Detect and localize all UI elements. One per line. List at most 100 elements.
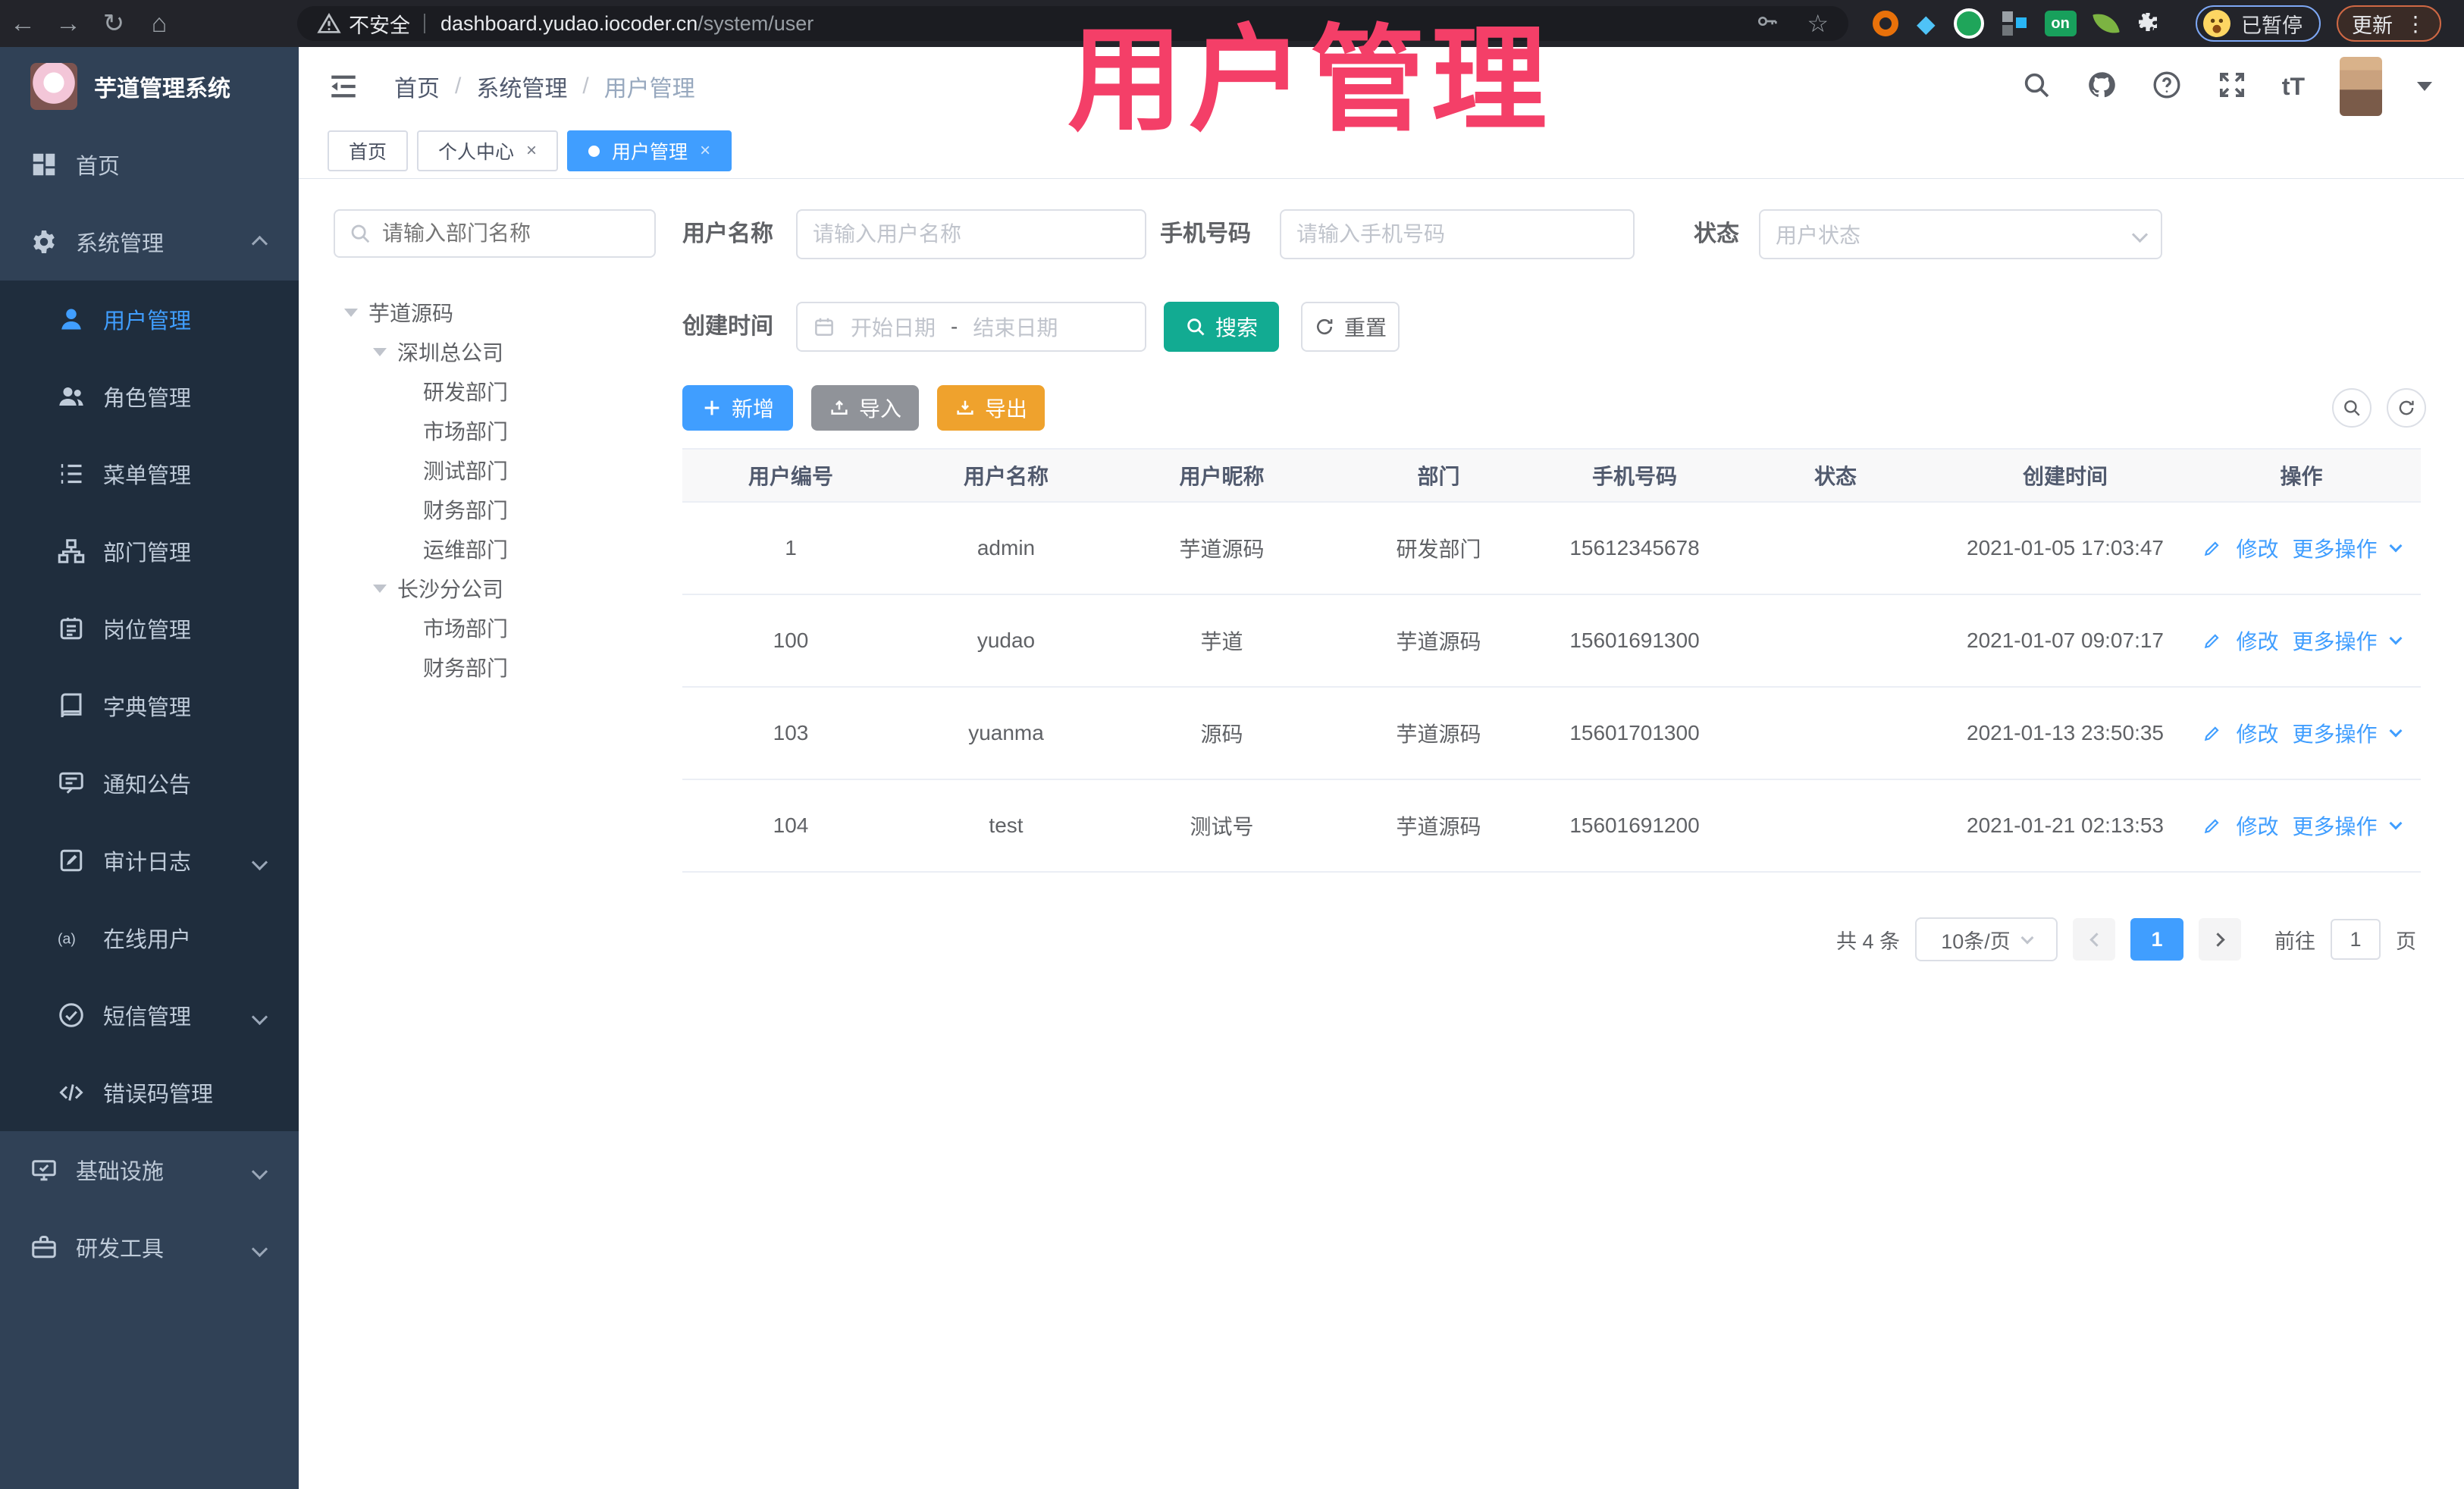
- sidebar-item-depts[interactable]: 部门管理: [0, 513, 299, 590]
- font-size-icon[interactable]: tT: [2282, 73, 2305, 101]
- goto-page-input[interactable]: [2331, 919, 2381, 960]
- edit-link[interactable]: 修改: [2236, 718, 2278, 748]
- prev-page-button[interactable]: [2073, 918, 2115, 961]
- mobile-field[interactable]: [1296, 222, 1618, 246]
- username-field[interactable]: [813, 222, 1130, 246]
- more-actions-link[interactable]: 更多操作: [2293, 625, 2378, 656]
- tree-node[interactable]: 财务部门: [334, 490, 667, 529]
- bookmark-star-icon[interactable]: ☆: [1807, 9, 1829, 38]
- caret-down-icon[interactable]: [373, 347, 387, 356]
- tree-node[interactable]: 运维部门: [334, 529, 667, 569]
- sidebar-item-online-users[interactable]: (a) 在线用户: [0, 899, 299, 976]
- browser-menu-icon[interactable]: ⋮: [2405, 11, 2426, 36]
- more-actions-link[interactable]: 更多操作: [2293, 533, 2378, 563]
- import-button[interactable]: 导入: [811, 385, 919, 431]
- tree-node[interactable]: 芋道源码: [334, 293, 667, 332]
- breadcrumb-home[interactable]: 首页: [394, 70, 440, 103]
- extension-on-badge[interactable]: on: [2044, 11, 2077, 36]
- table-refresh-button[interactable]: [2387, 388, 2426, 428]
- help-icon[interactable]: [2152, 70, 2182, 104]
- close-icon[interactable]: ×: [700, 140, 710, 161]
- chevron-down-icon[interactable]: [2389, 632, 2403, 645]
- edit-link[interactable]: 修改: [2236, 810, 2278, 841]
- app-logo[interactable]: 芋道管理系统: [0, 47, 299, 126]
- user-avatar[interactable]: [2340, 57, 2382, 116]
- fullscreen-icon[interactable]: [2217, 70, 2247, 104]
- search-button[interactable]: 搜索: [1164, 302, 1279, 352]
- username-input[interactable]: [796, 209, 1146, 259]
- more-actions-link[interactable]: 更多操作: [2293, 718, 2378, 748]
- extension-orange-icon[interactable]: [1873, 11, 1898, 36]
- browser-profile-badge[interactable]: 已暂停: [2196, 5, 2321, 42]
- add-button[interactable]: 新增: [682, 385, 793, 431]
- gear-icon: [30, 228, 58, 255]
- sidebar-item-system[interactable]: 系统管理: [0, 203, 299, 281]
- edit-link[interactable]: 修改: [2236, 533, 2278, 563]
- tree-node[interactable]: 测试部门: [334, 450, 667, 490]
- export-button[interactable]: 导出: [937, 385, 1045, 431]
- next-page-button[interactable]: [2199, 918, 2241, 961]
- security-label[interactable]: 不安全: [349, 9, 410, 39]
- search-icon[interactable]: [2021, 70, 2052, 104]
- extension-gem-icon[interactable]: ◆: [1917, 11, 1936, 36]
- browser-update-button[interactable]: 更新 ⋮: [2337, 5, 2441, 42]
- tree-node[interactable]: 财务部门: [334, 647, 667, 687]
- chevron-down-icon[interactable]: [2389, 817, 2403, 830]
- sidebar-item-dict[interactable]: 字典管理: [0, 667, 299, 744]
- reload-icon[interactable]: ↻: [91, 8, 136, 39]
- more-actions-link[interactable]: 更多操作: [2293, 810, 2378, 841]
- page-size-value: 10条/页: [1941, 929, 2011, 953]
- forward-icon[interactable]: →: [45, 9, 91, 39]
- chevron-down-icon[interactable]: [2389, 539, 2403, 553]
- table-search-toggle-button[interactable]: [2332, 388, 2372, 428]
- status-select-placeholder: 用户状态: [1776, 224, 1861, 247]
- extension-green-icon[interactable]: [1953, 8, 1984, 39]
- tree-node[interactable]: 深圳总公司: [334, 332, 667, 371]
- sidebar-item-devtools[interactable]: 研发工具: [0, 1208, 299, 1286]
- back-icon[interactable]: ←: [0, 9, 45, 39]
- sidebar-item-roles[interactable]: 角色管理: [0, 358, 299, 435]
- sidebar-item-error-codes[interactable]: 错误码管理: [0, 1054, 299, 1131]
- reset-button[interactable]: 重置: [1301, 302, 1400, 352]
- breadcrumb-separator: /: [582, 74, 589, 99]
- github-icon[interactable]: [2086, 70, 2117, 104]
- date-range-input[interactable]: 开始日期 - 结束日期: [796, 302, 1146, 352]
- tab-user-management[interactable]: 用户管理 ×: [567, 130, 732, 171]
- tab-profile[interactable]: 个人中心 ×: [417, 130, 559, 171]
- sidebar-item-menus[interactable]: 菜单管理: [0, 435, 299, 513]
- sidebar-item-infra[interactable]: 基础设施: [0, 1131, 299, 1208]
- tree-node[interactable]: 长沙分公司: [334, 569, 667, 608]
- dept-search-field[interactable]: [382, 221, 641, 246]
- home-icon[interactable]: ⌂: [136, 9, 182, 39]
- avatar-caret-icon[interactable]: [2417, 82, 2432, 91]
- edit-link[interactable]: 修改: [2236, 625, 2278, 656]
- password-key-icon[interactable]: [1755, 9, 1779, 39]
- sidebar-item-home[interactable]: 首页: [0, 126, 299, 203]
- close-icon[interactable]: ×: [526, 140, 537, 161]
- tree-node[interactable]: 研发部门: [334, 371, 667, 411]
- mobile-input[interactable]: [1280, 209, 1635, 259]
- page-size-select[interactable]: 10条/页: [1915, 917, 2058, 961]
- current-page-button[interactable]: 1: [2130, 918, 2183, 961]
- tab-home[interactable]: 首页: [328, 130, 409, 171]
- chevron-down-icon[interactable]: [2389, 724, 2403, 738]
- created-label: 创建时间: [682, 314, 773, 339]
- caret-down-icon[interactable]: [344, 308, 358, 317]
- tree-node[interactable]: 市场部门: [334, 608, 667, 647]
- sidebar-item-sms[interactable]: 短信管理: [0, 976, 299, 1054]
- dept-search-input[interactable]: [334, 209, 656, 258]
- tree-node[interactable]: 市场部门: [334, 411, 667, 450]
- url-path[interactable]: /system/user: [698, 12, 813, 36]
- caret-down-icon[interactable]: [373, 584, 387, 593]
- sidebar-item-users[interactable]: 用户管理: [0, 281, 299, 358]
- extension-grid-icon[interactable]: [2002, 11, 2027, 36]
- extensions-puzzle-icon[interactable]: [2136, 10, 2160, 38]
- sidebar-collapse-icon[interactable]: [328, 71, 359, 102]
- sidebar-item-notice[interactable]: 通知公告: [0, 744, 299, 822]
- sidebar-item-audit-log[interactable]: 审计日志: [0, 822, 299, 899]
- breadcrumb-system[interactable]: 系统管理: [476, 70, 567, 103]
- url-host[interactable]: dashboard.yudao.iocoder.cn: [440, 12, 698, 36]
- extension-leaf-icon[interactable]: [2092, 10, 2120, 37]
- sidebar-item-posts[interactable]: 岗位管理: [0, 590, 299, 667]
- status-select[interactable]: 用户状态: [1759, 209, 2162, 259]
